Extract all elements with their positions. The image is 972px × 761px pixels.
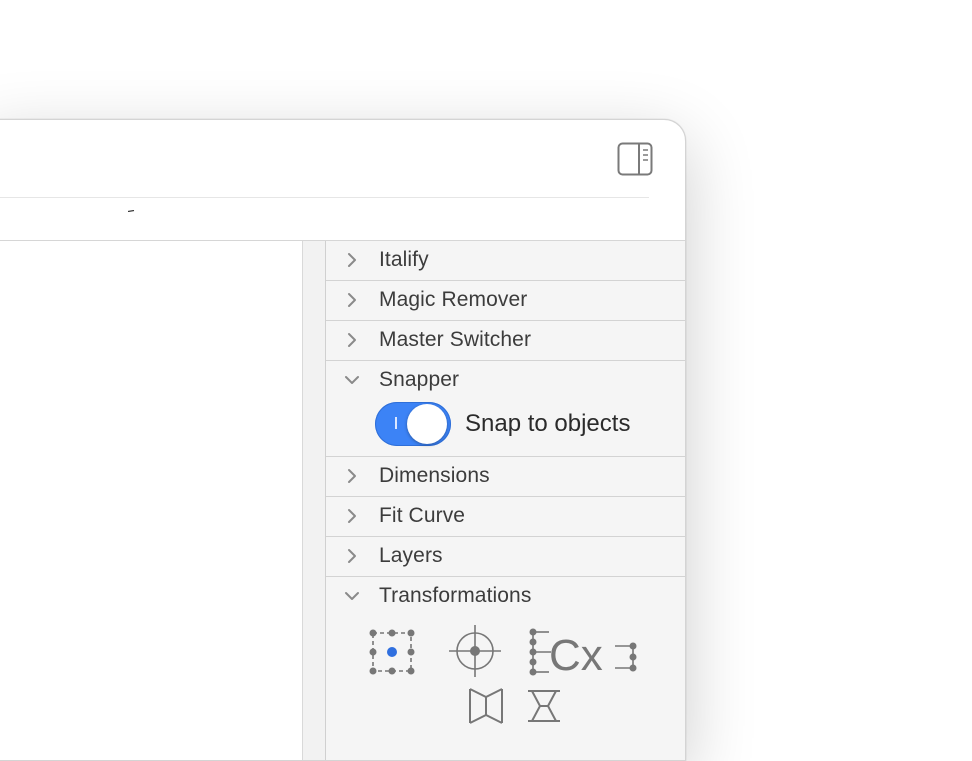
- chevron-down-icon[interactable]: [344, 371, 360, 389]
- chevron-right-icon[interactable]: [344, 467, 360, 485]
- section-dimensions: Dimensions: [326, 457, 685, 497]
- snapper-body: Snap to objects: [326, 401, 685, 456]
- snap-to-objects-toggle[interactable]: [375, 402, 451, 446]
- section-transformations: Transformations Cx: [326, 577, 685, 757]
- section-title: Italify: [379, 248, 429, 271]
- section-header-italify[interactable]: Italify: [326, 241, 685, 280]
- toggle-knob: [407, 404, 447, 444]
- section-header-layers[interactable]: Layers: [326, 537, 685, 576]
- section-title: Fit Curve: [379, 504, 466, 527]
- section-layers: Layers: [326, 537, 685, 577]
- app-window: Italify Magic Remover Master Switcher Sn…: [0, 119, 686, 761]
- flip-horizontal-icon[interactable]: [466, 685, 506, 727]
- chevron-right-icon[interactable]: [344, 251, 360, 269]
- bounding-box-origin-icon[interactable]: [368, 628, 416, 676]
- toggle-on-mark: [395, 417, 397, 429]
- section-master-switcher: Master Switcher: [326, 321, 685, 361]
- section-header-magic-remover[interactable]: Magic Remover: [326, 281, 685, 320]
- sidebar-right-icon[interactable]: [617, 142, 653, 176]
- section-header-snapper[interactable]: Snapper: [326, 361, 685, 401]
- section-title: Magic Remover: [379, 288, 528, 311]
- section-fit-curve: Fit Curve: [326, 497, 685, 537]
- section-magic-remover: Magic Remover: [326, 281, 685, 321]
- section-title: Layers: [379, 544, 443, 567]
- drawing-canvas[interactable]: [0, 241, 302, 760]
- transformations-body: Cx: [326, 617, 685, 757]
- window-toolbar: [0, 120, 685, 198]
- crosshair-origin-icon[interactable]: [447, 623, 503, 679]
- section-title: Snapper: [379, 368, 460, 391]
- section-title: Master Switcher: [379, 328, 532, 351]
- section-snapper: Snapper Snap to objects: [326, 361, 685, 457]
- section-header-dimensions[interactable]: Dimensions: [326, 457, 685, 496]
- section-title: Transformations: [379, 584, 532, 607]
- snap-to-objects-label: Snap to objects: [465, 410, 631, 437]
- center-x-align-icon[interactable]: Cx: [527, 628, 639, 676]
- tab-indicator-glyph: [128, 210, 135, 212]
- section-header-fit-curve[interactable]: Fit Curve: [326, 497, 685, 536]
- section-header-transformations[interactable]: Transformations: [326, 577, 685, 617]
- chevron-right-icon[interactable]: [344, 507, 360, 525]
- chevron-right-icon[interactable]: [344, 547, 360, 565]
- panel-gutter: [303, 241, 326, 760]
- chevron-right-icon[interactable]: [344, 331, 360, 349]
- section-title: Dimensions: [379, 464, 490, 487]
- tab-bar: [0, 198, 685, 240]
- chevron-down-icon[interactable]: [344, 587, 360, 605]
- cx-label: Cx: [549, 631, 603, 676]
- palette-panel: Italify Magic Remover Master Switcher Sn…: [326, 241, 685, 760]
- chevron-right-icon[interactable]: [344, 291, 360, 309]
- section-italify: Italify: [326, 241, 685, 281]
- section-header-master-switcher[interactable]: Master Switcher: [326, 321, 685, 360]
- flip-vertical-icon[interactable]: [524, 687, 564, 725]
